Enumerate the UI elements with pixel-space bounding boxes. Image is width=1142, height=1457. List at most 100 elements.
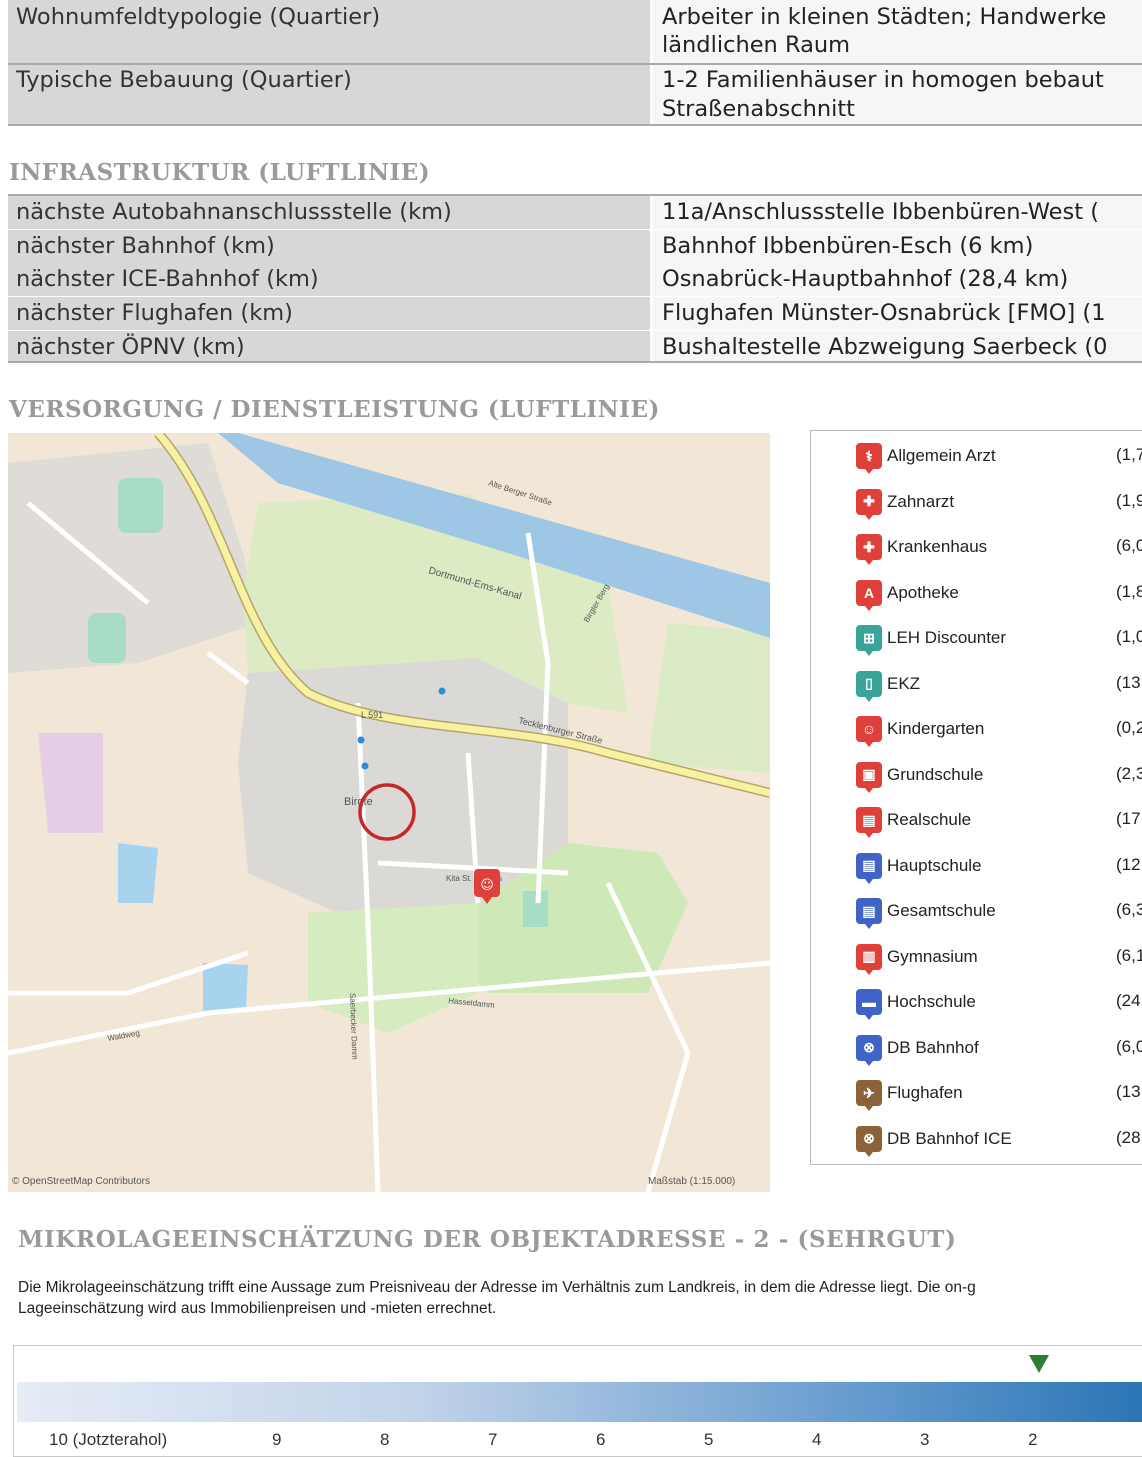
table-row: nächster ÖPNV (km) Bushaltestelle Abzwei…: [8, 331, 1142, 361]
amenity-distance: (1,8: [1116, 581, 1142, 601]
mikrolage-scale: 10 (Jotzterahol) 9 8 7 6 5 4 3 2: [13, 1345, 1142, 1457]
amenity-item: ✈ Flughafen: [856, 1078, 963, 1111]
amenity-distance: (6,0: [1116, 1036, 1142, 1056]
scale-tick: 9: [272, 1430, 282, 1449]
map-label-place: Birgte: [344, 796, 373, 808]
scale-tick: 8: [380, 1430, 390, 1449]
map-canvas: L 591 Dortmund-Ems-Kanal Tecklenburger S…: [8, 433, 770, 1192]
row-key: nächster Bahnhof (km): [8, 230, 653, 263]
amenity-label: DB Bahnhof: [887, 1037, 979, 1057]
amenity-distance: (13: [1116, 672, 1141, 692]
amenity-item: ☺ Kindergarten: [856, 714, 985, 747]
map-sports-field: [118, 478, 163, 533]
amenity-distance: (6,0: [1116, 536, 1142, 555]
amenity-label: Hauptschule: [887, 855, 982, 875]
amenity-icon: ✚: [856, 534, 882, 565]
map-label-road: L 591: [361, 710, 383, 720]
amenity-icon: ✈: [856, 1080, 882, 1111]
amenity-icon: ▤: [856, 898, 882, 929]
amenity-label: Flughafen: [887, 1083, 963, 1102]
amenity-item: ⊗ DB Bahnhof: [856, 1033, 979, 1066]
amenity-icon: ⚕: [856, 443, 882, 474]
table-row: nächster Flughafen (km) Flughafen Münste…: [8, 297, 1142, 330]
row-key: Wohnumfeldtypologie (Quartier): [8, 0, 653, 63]
row-value: Osnabrück-Hauptbahnhof (28,4 km): [653, 263, 1142, 296]
map-bus-stop: [357, 736, 365, 744]
scale-tick: 10 (Jotzterahol): [49, 1430, 168, 1449]
amenity-distance: (24: [1116, 991, 1141, 1010]
gradient-bar: [17, 1382, 1142, 1422]
amenity-item: A Apotheke: [856, 578, 959, 611]
amenity-item: ⚕ Allgemein Arzt: [856, 441, 996, 474]
amenity-label: Hochschule: [887, 992, 976, 1011]
amenity-icon: ▤: [856, 852, 882, 884]
map-bus-stop: [438, 687, 446, 695]
amenity-label: Realschule: [887, 810, 972, 829]
divider: [8, 361, 1142, 363]
amenity-icon: A: [856, 579, 882, 611]
table-row: nächste Autobahnanschlussstelle (km) 11a…: [8, 196, 1142, 229]
row-value: 11a/Anschlussstelle Ibbenbüren-West (: [653, 196, 1142, 229]
table-row: nächster Bahnhof (km) Bahnhof Ibbenbüren…: [8, 230, 1142, 263]
table-row: Wohnumfeldtypologie (Quartier) Arbeiter …: [8, 0, 1142, 63]
amenity-icon: ⊗: [856, 1034, 882, 1066]
location-map[interactable]: L 591 Dortmund-Ems-Kanal Tecklenburger S…: [8, 433, 770, 1192]
amenity-label: DB Bahnhof ICE: [887, 1128, 1012, 1148]
scale-tick: 5: [704, 1430, 714, 1449]
row-value: 1-2 Familienhäuser in homogen bebaut Str…: [653, 65, 1142, 124]
map-scale: Maßstab (1:15.000): [648, 1176, 735, 1187]
amenities-list: ⚕ Allgemein Arzt (1,7 ✚ Zahnarzt (1,9 ✚ Kranken…: [810, 430, 1142, 1165]
row-key: nächster ICE-Bahnhof (km): [8, 263, 653, 296]
amenity-label: LEH Discounter: [887, 628, 1007, 647]
amenity-distance: (0,2: [1116, 718, 1142, 737]
amenity-icon: ▬: [856, 989, 882, 1020]
scale-tick: 3: [920, 1430, 930, 1449]
map-sports-field: [88, 613, 126, 663]
scale-tick: 6: [596, 1430, 606, 1449]
amenity-item: ▥ Gymnasium: [856, 942, 978, 975]
amenity-item: ▤ Gesamtschule: [856, 896, 996, 929]
amenity-label: Allgemein Arzt: [887, 446, 996, 465]
map-water: [203, 963, 248, 1011]
amenity-item: ▤ Hauptschule: [856, 851, 982, 884]
amenity-item: ▯ EKZ: [856, 669, 920, 702]
amenity-icon: ▤: [856, 807, 882, 838]
amenity-icon: ▯: [856, 670, 882, 702]
map-park-purple: [38, 733, 103, 833]
description-line: Die Mikrolageeinschätzung trifft eine Au…: [18, 1279, 976, 1296]
amenity-distance: (13: [1116, 1082, 1141, 1101]
section-heading-infrastruktur: INFRASTRUKTUR (LUFTLINIE): [9, 159, 431, 186]
amenity-label: Kindergarten: [887, 719, 985, 738]
amenity-icon: ☺: [856, 716, 882, 747]
amenity-icon: ▥: [856, 943, 882, 975]
amenity-item: ▤ Realschule: [856, 805, 972, 838]
amenity-label: Grundschule: [887, 764, 984, 784]
map-water: [118, 843, 158, 903]
amenity-distance: (17: [1116, 809, 1141, 828]
amenity-distance: (1,9: [1116, 490, 1142, 510]
row-key: nächste Autobahnanschlussstelle (km): [8, 196, 653, 229]
score-marker-icon: [1029, 1355, 1049, 1373]
scale-tick: 2: [1028, 1430, 1038, 1449]
amenity-distance: (12: [1116, 854, 1141, 874]
amenity-distance: (28: [1116, 1127, 1141, 1147]
amenity-label: Gesamtschule: [887, 901, 996, 920]
amenity-item: ✚ Zahnarzt: [856, 487, 954, 520]
table-row: nächster ICE-Bahnhof (km) Osnabrück-Haup…: [8, 263, 1142, 296]
table-row: Typische Bebauung (Quartier) 1-2 Familie…: [8, 65, 1142, 124]
row-value: Arbeiter in kleinen Städten; Handwerke l…: [653, 0, 1142, 63]
amenity-icon: ▣: [856, 761, 882, 793]
amenity-icon: ⊗: [856, 1125, 882, 1157]
amenity-item: ▣ Grundschule: [856, 760, 984, 793]
row-key: Typische Bebauung (Quartier): [8, 65, 653, 124]
section-heading-mikrolage: MIKROLAGEEINSCHÄTZUNG DER OBJEKTADRESSE …: [18, 1226, 957, 1253]
map-pond: [523, 891, 548, 927]
map-attribution: © OpenStreetMap Contributors: [12, 1176, 150, 1187]
row-value: Bushaltestelle Abzweigung Saerbeck (0: [653, 331, 1142, 361]
amenity-label: Gymnasium: [887, 946, 978, 966]
svg-text:☺: ☺: [480, 878, 494, 893]
map-meadow-ne: [648, 623, 770, 773]
map-residential-center: [238, 658, 568, 913]
row-value: Flughafen Münster-Osnabrück [FMO] (1: [653, 297, 1142, 330]
amenity-distance: (2,3: [1116, 763, 1142, 783]
